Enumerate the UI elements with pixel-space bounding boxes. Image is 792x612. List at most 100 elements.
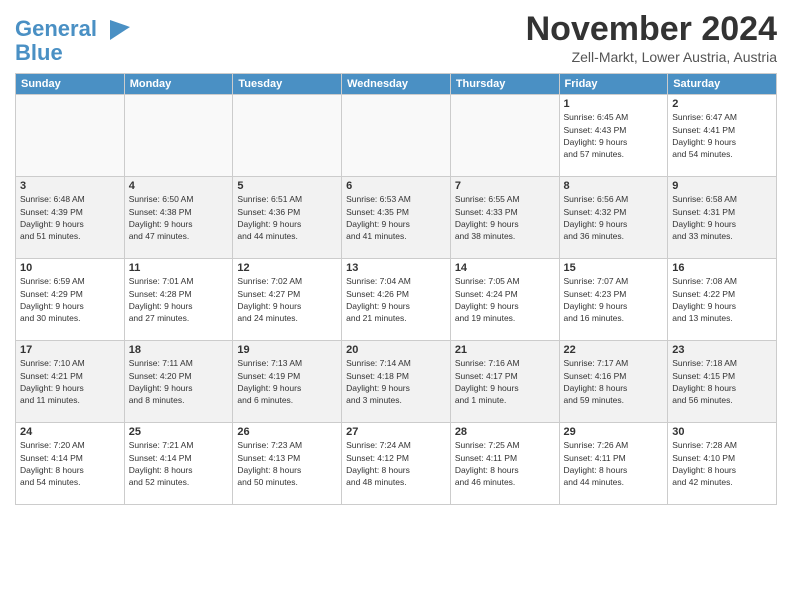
table-row: 20Sunrise: 7:14 AMSunset: 4:18 PMDayligh… (342, 341, 451, 423)
day-info: Sunrise: 7:20 AMSunset: 4:14 PMDaylight:… (20, 439, 120, 488)
logo: General Blue (15, 15, 135, 65)
day-number: 7 (455, 180, 555, 192)
day-number: 23 (672, 344, 772, 356)
day-number: 18 (129, 344, 229, 356)
day-number: 25 (129, 426, 229, 438)
day-info: Sunrise: 6:50 AMSunset: 4:38 PMDaylight:… (129, 193, 229, 242)
day-number: 17 (20, 344, 120, 356)
day-info: Sunrise: 6:56 AMSunset: 4:32 PMDaylight:… (564, 193, 664, 242)
day-number: 29 (564, 426, 664, 438)
day-number: 1 (564, 98, 664, 110)
table-row: 11Sunrise: 7:01 AMSunset: 4:28 PMDayligh… (124, 259, 233, 341)
table-row: 19Sunrise: 7:13 AMSunset: 4:19 PMDayligh… (233, 341, 342, 423)
day-info: Sunrise: 7:16 AMSunset: 4:17 PMDaylight:… (455, 357, 555, 406)
table-row (450, 95, 559, 177)
table-row: 10Sunrise: 6:59 AMSunset: 4:29 PMDayligh… (16, 259, 125, 341)
day-info: Sunrise: 7:18 AMSunset: 4:15 PMDaylight:… (672, 357, 772, 406)
calendar-week-row: 3Sunrise: 6:48 AMSunset: 4:39 PMDaylight… (16, 177, 777, 259)
day-number: 10 (20, 262, 120, 274)
day-info: Sunrise: 7:13 AMSunset: 4:19 PMDaylight:… (237, 357, 337, 406)
day-info: Sunrise: 7:05 AMSunset: 4:24 PMDaylight:… (455, 275, 555, 324)
day-number: 11 (129, 262, 229, 274)
table-row: 18Sunrise: 7:11 AMSunset: 4:20 PMDayligh… (124, 341, 233, 423)
day-info: Sunrise: 7:14 AMSunset: 4:18 PMDaylight:… (346, 357, 446, 406)
title-block: November 2024 Zell-Markt, Lower Austria,… (526, 10, 777, 65)
day-info: Sunrise: 7:23 AMSunset: 4:13 PMDaylight:… (237, 439, 337, 488)
day-info: Sunrise: 6:51 AMSunset: 4:36 PMDaylight:… (237, 193, 337, 242)
day-info: Sunrise: 7:21 AMSunset: 4:14 PMDaylight:… (129, 439, 229, 488)
header-sunday: Sunday (16, 74, 125, 95)
calendar-week-row: 24Sunrise: 7:20 AMSunset: 4:14 PMDayligh… (16, 423, 777, 505)
header-friday: Friday (559, 74, 668, 95)
day-number: 14 (455, 262, 555, 274)
day-info: Sunrise: 7:11 AMSunset: 4:20 PMDaylight:… (129, 357, 229, 406)
calendar-week-row: 10Sunrise: 6:59 AMSunset: 4:29 PMDayligh… (16, 259, 777, 341)
day-info: Sunrise: 6:45 AMSunset: 4:43 PMDaylight:… (564, 111, 664, 160)
day-info: Sunrise: 6:48 AMSunset: 4:39 PMDaylight:… (20, 193, 120, 242)
table-row: 4Sunrise: 6:50 AMSunset: 4:38 PMDaylight… (124, 177, 233, 259)
day-info: Sunrise: 6:59 AMSunset: 4:29 PMDaylight:… (20, 275, 120, 324)
day-number: 9 (672, 180, 772, 192)
table-row: 25Sunrise: 7:21 AMSunset: 4:14 PMDayligh… (124, 423, 233, 505)
day-number: 28 (455, 426, 555, 438)
day-info: Sunrise: 7:04 AMSunset: 4:26 PMDaylight:… (346, 275, 446, 324)
table-row: 30Sunrise: 7:28 AMSunset: 4:10 PMDayligh… (668, 423, 777, 505)
table-row: 5Sunrise: 6:51 AMSunset: 4:36 PMDaylight… (233, 177, 342, 259)
day-number: 12 (237, 262, 337, 274)
table-row (233, 95, 342, 177)
day-number: 26 (237, 426, 337, 438)
day-number: 24 (20, 426, 120, 438)
day-info: Sunrise: 7:26 AMSunset: 4:11 PMDaylight:… (564, 439, 664, 488)
table-row: 2Sunrise: 6:47 AMSunset: 4:41 PMDaylight… (668, 95, 777, 177)
table-row: 6Sunrise: 6:53 AMSunset: 4:35 PMDaylight… (342, 177, 451, 259)
day-number: 2 (672, 98, 772, 110)
day-info: Sunrise: 6:55 AMSunset: 4:33 PMDaylight:… (455, 193, 555, 242)
table-row: 8Sunrise: 6:56 AMSunset: 4:32 PMDaylight… (559, 177, 668, 259)
day-number: 3 (20, 180, 120, 192)
logo-line1: General (15, 16, 97, 41)
table-row: 26Sunrise: 7:23 AMSunset: 4:13 PMDayligh… (233, 423, 342, 505)
table-row (16, 95, 125, 177)
table-row (124, 95, 233, 177)
table-row: 16Sunrise: 7:08 AMSunset: 4:22 PMDayligh… (668, 259, 777, 341)
calendar-week-row: 17Sunrise: 7:10 AMSunset: 4:21 PMDayligh… (16, 341, 777, 423)
day-info: Sunrise: 7:01 AMSunset: 4:28 PMDaylight:… (129, 275, 229, 324)
month-title: November 2024 (526, 10, 777, 49)
day-number: 13 (346, 262, 446, 274)
day-number: 30 (672, 426, 772, 438)
day-number: 20 (346, 344, 446, 356)
table-row (342, 95, 451, 177)
header-wednesday: Wednesday (342, 74, 451, 95)
day-info: Sunrise: 7:08 AMSunset: 4:22 PMDaylight:… (672, 275, 772, 324)
header-thursday: Thursday (450, 74, 559, 95)
day-number: 15 (564, 262, 664, 274)
table-row: 23Sunrise: 7:18 AMSunset: 4:15 PMDayligh… (668, 341, 777, 423)
location-subtitle: Zell-Markt, Lower Austria, Austria (526, 49, 777, 65)
calendar-week-row: 1Sunrise: 6:45 AMSunset: 4:43 PMDaylight… (16, 95, 777, 177)
day-info: Sunrise: 7:07 AMSunset: 4:23 PMDaylight:… (564, 275, 664, 324)
day-number: 22 (564, 344, 664, 356)
table-row: 12Sunrise: 7:02 AMSunset: 4:27 PMDayligh… (233, 259, 342, 341)
table-row: 7Sunrise: 6:55 AMSunset: 4:33 PMDaylight… (450, 177, 559, 259)
header-tuesday: Tuesday (233, 74, 342, 95)
table-row: 1Sunrise: 6:45 AMSunset: 4:43 PMDaylight… (559, 95, 668, 177)
day-number: 6 (346, 180, 446, 192)
calendar-table: Sunday Monday Tuesday Wednesday Thursday… (15, 73, 777, 505)
table-row: 14Sunrise: 7:05 AMSunset: 4:24 PMDayligh… (450, 259, 559, 341)
table-row: 15Sunrise: 7:07 AMSunset: 4:23 PMDayligh… (559, 259, 668, 341)
table-row: 3Sunrise: 6:48 AMSunset: 4:39 PMDaylight… (16, 177, 125, 259)
table-row: 24Sunrise: 7:20 AMSunset: 4:14 PMDayligh… (16, 423, 125, 505)
table-row: 22Sunrise: 7:17 AMSunset: 4:16 PMDayligh… (559, 341, 668, 423)
weekday-header-row: Sunday Monday Tuesday Wednesday Thursday… (16, 74, 777, 95)
header-monday: Monday (124, 74, 233, 95)
day-number: 5 (237, 180, 337, 192)
day-info: Sunrise: 6:47 AMSunset: 4:41 PMDaylight:… (672, 111, 772, 160)
day-info: Sunrise: 7:28 AMSunset: 4:10 PMDaylight:… (672, 439, 772, 488)
table-row: 9Sunrise: 6:58 AMSunset: 4:31 PMDaylight… (668, 177, 777, 259)
day-number: 16 (672, 262, 772, 274)
header-saturday: Saturday (668, 74, 777, 95)
day-info: Sunrise: 7:02 AMSunset: 4:27 PMDaylight:… (237, 275, 337, 324)
table-row: 29Sunrise: 7:26 AMSunset: 4:11 PMDayligh… (559, 423, 668, 505)
table-row: 17Sunrise: 7:10 AMSunset: 4:21 PMDayligh… (16, 341, 125, 423)
day-number: 21 (455, 344, 555, 356)
